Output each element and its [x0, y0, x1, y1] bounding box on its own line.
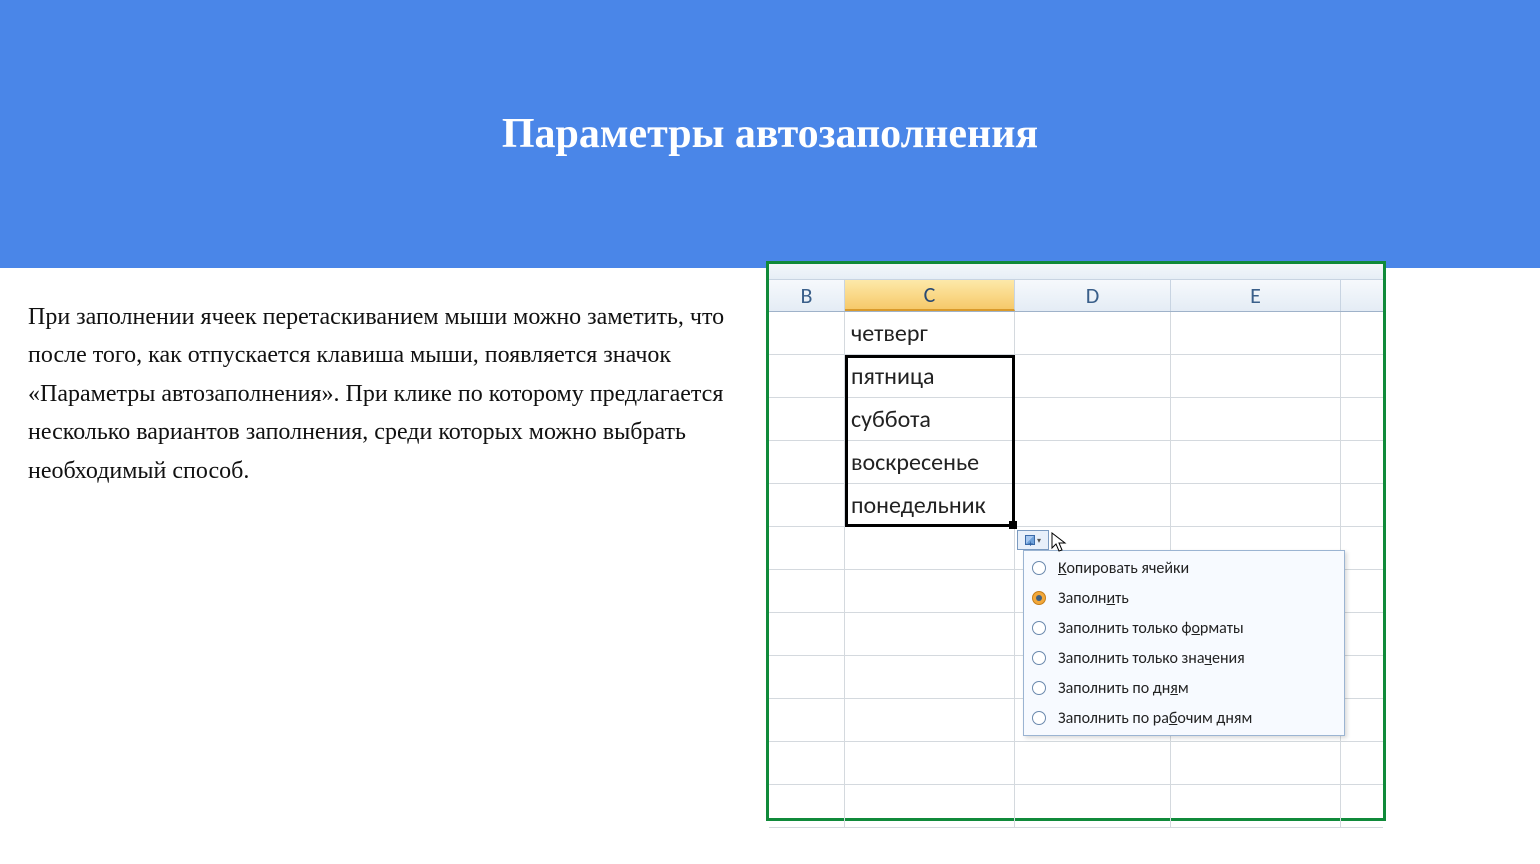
autofill-option-fill-values-only[interactable]: Заполнить только значения [1024, 643, 1344, 673]
grid-row: четверг [769, 312, 1383, 355]
grid-row: воскресенье [769, 441, 1383, 484]
autofill-option-fill[interactable]: Заполнить [1024, 583, 1344, 613]
radio-icon [1032, 651, 1046, 665]
cell[interactable] [1015, 785, 1171, 828]
grid-row: понедельник [769, 484, 1383, 527]
cell[interactable] [769, 355, 845, 398]
cell[interactable]: суббота [845, 398, 1015, 441]
body-paragraph: При заполнении ячеек перетаскиванием мыш… [28, 298, 728, 490]
cell[interactable] [1341, 355, 1383, 398]
cell[interactable] [1171, 441, 1341, 484]
excel-screenshot: B C D E четверг пятница суббота [766, 261, 1386, 821]
column-header-blank[interactable] [1341, 280, 1383, 311]
cell[interactable]: воскресенье [845, 441, 1015, 484]
spreadsheet-grid: четверг пятница суббота воскресенье [769, 312, 1383, 828]
cell[interactable] [845, 742, 1015, 785]
menu-label: Заполнить по дням [1058, 679, 1189, 698]
cell[interactable] [845, 656, 1015, 699]
autofill-options-menu: Копировать ячейки Заполнить Заполнить то… [1023, 550, 1345, 736]
cell[interactable] [1341, 484, 1383, 527]
grid-row [769, 742, 1383, 785]
cell[interactable] [1341, 613, 1383, 656]
cell[interactable] [769, 742, 845, 785]
cell[interactable] [1171, 312, 1341, 355]
cell[interactable] [1171, 355, 1341, 398]
column-header-C[interactable]: C [845, 280, 1015, 311]
cell[interactable] [769, 398, 845, 441]
cell[interactable] [1015, 484, 1171, 527]
cell[interactable] [845, 570, 1015, 613]
cell[interactable] [845, 613, 1015, 656]
column-header-B[interactable]: B [769, 280, 845, 311]
cell[interactable] [769, 312, 845, 355]
column-header-D[interactable]: D [1015, 280, 1171, 311]
cell[interactable] [769, 785, 845, 828]
grid-row [769, 785, 1383, 828]
cell[interactable] [1171, 398, 1341, 441]
cell[interactable] [1341, 785, 1383, 828]
cell[interactable] [1341, 656, 1383, 699]
chevron-down-icon: ▾ [1037, 536, 1041, 545]
cell[interactable] [1341, 699, 1383, 742]
cell[interactable] [1341, 742, 1383, 785]
column-header-E[interactable]: E [1171, 280, 1341, 311]
cell[interactable] [1015, 312, 1171, 355]
cell[interactable] [1341, 441, 1383, 484]
cell[interactable] [769, 527, 845, 570]
slide-header: Параметры автозаполнения [0, 0, 1540, 268]
cell[interactable] [769, 613, 845, 656]
slide-title: Параметры автозаполнения [502, 110, 1038, 158]
autofill-options-button[interactable]: + ▾ [1017, 530, 1049, 550]
cell[interactable] [845, 527, 1015, 570]
grid-row: пятница [769, 355, 1383, 398]
cell[interactable] [769, 441, 845, 484]
autofill-option-copy-cells[interactable]: Копировать ячейки [1024, 553, 1344, 583]
column-header-row: B C D E [769, 280, 1383, 312]
cell[interactable] [1171, 785, 1341, 828]
cell[interactable] [769, 656, 845, 699]
cell[interactable] [845, 785, 1015, 828]
autofill-option-fill-weekdays[interactable]: Заполнить по рабочим дням [1024, 703, 1344, 733]
cell[interactable]: пятница [845, 355, 1015, 398]
menu-label: Заполнить только форматы [1058, 619, 1244, 638]
cell[interactable] [769, 484, 845, 527]
autofill-option-fill-days[interactable]: Заполнить по дням [1024, 673, 1344, 703]
cell[interactable] [1015, 355, 1171, 398]
cell[interactable] [1015, 742, 1171, 785]
cell[interactable] [769, 570, 845, 613]
menu-label: Заполнить по рабочим дням [1058, 709, 1252, 728]
cell[interactable] [1341, 312, 1383, 355]
excel-top-band [769, 264, 1383, 280]
cell[interactable] [845, 699, 1015, 742]
grid-row: суббота [769, 398, 1383, 441]
cell[interactable] [1341, 527, 1383, 570]
cell[interactable]: понедельник [845, 484, 1015, 527]
plus-icon: + [1028, 540, 1033, 549]
cell[interactable] [1171, 484, 1341, 527]
cell[interactable] [1015, 398, 1171, 441]
autofill-option-fill-formats-only[interactable]: Заполнить только форматы [1024, 613, 1344, 643]
cell[interactable] [769, 699, 845, 742]
menu-label: Заполнить только значения [1058, 649, 1245, 668]
radio-icon [1032, 591, 1046, 605]
radio-icon [1032, 711, 1046, 725]
radio-icon [1032, 561, 1046, 575]
cell[interactable] [1341, 398, 1383, 441]
cell[interactable] [1015, 441, 1171, 484]
radio-icon [1032, 681, 1046, 695]
cell[interactable] [1341, 570, 1383, 613]
cell[interactable] [1171, 742, 1341, 785]
menu-label: Заполнить [1058, 589, 1129, 608]
cell[interactable]: четверг [845, 312, 1015, 355]
radio-icon [1032, 621, 1046, 635]
menu-label: Копировать ячейки [1058, 559, 1189, 578]
